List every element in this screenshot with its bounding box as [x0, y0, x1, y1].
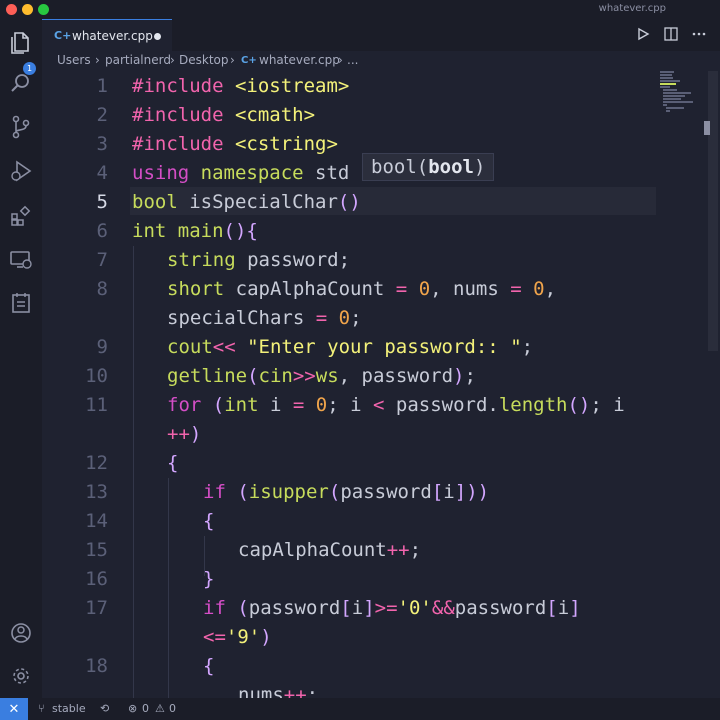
code-line[interactable]: string password;	[167, 249, 350, 271]
code-line[interactable]: capAlphaCount++;	[238, 539, 421, 561]
tooltip-pre: bool(	[371, 156, 429, 178]
breadcrumb-separator: ›	[338, 53, 343, 67]
editor-actions	[636, 27, 706, 41]
code-line[interactable]: getline(cin>>ws, password);	[167, 365, 476, 387]
breadcrumb-item[interactable]: partialnerd	[105, 53, 171, 67]
run-debug-icon[interactable]	[9, 159, 33, 183]
code-line[interactable]: int main(){	[132, 220, 258, 242]
split-editor-icon[interactable]	[664, 27, 678, 41]
vertical-scrollbar[interactable]	[708, 71, 718, 351]
line-number: 8	[96, 278, 108, 300]
testing-icon[interactable]	[9, 291, 33, 315]
line-number: 15	[85, 539, 108, 561]
code-line[interactable]: #include <iostream>	[132, 75, 349, 97]
code-line[interactable]: if (isupper(password[i]))	[203, 481, 489, 503]
close-window-button[interactable]	[6, 4, 17, 15]
line-number: 2	[96, 104, 108, 126]
indent-guide	[133, 246, 134, 698]
line-number: 10	[85, 365, 108, 387]
code-line[interactable]: {	[203, 655, 214, 677]
indent-guide	[168, 478, 169, 698]
line-number: 5	[96, 191, 108, 213]
code-line[interactable]: for (int i = 0; i < password.length(); i	[167, 394, 625, 416]
code-line[interactable]: bool isSpecialChar()	[132, 191, 361, 213]
error-icon[interactable]: ⊗	[128, 702, 137, 715]
source-control-icon[interactable]	[9, 115, 33, 139]
line-number: 7	[96, 249, 108, 271]
breadcrumb-separator: ›	[170, 53, 175, 67]
status-bar: ✕ ⑂ stable ⟲ ⊗ 0 ⚠ 0	[0, 698, 720, 720]
unsaved-dot-icon[interactable]	[154, 33, 161, 40]
line-number: 9	[96, 336, 108, 358]
line-number: 12	[85, 452, 108, 474]
code-line[interactable]: if (password[i]>='0'&&password[i]	[203, 597, 581, 619]
breadcrumb: Users › partialnerd › Desktop › C+ whate…	[42, 51, 720, 71]
tooltip-active-param: bool	[428, 156, 474, 178]
branch-icon: ⑂	[38, 702, 45, 715]
code-editor[interactable]: 1 2 3 4 5 6 7 8 9 10 11 12 13 14 15 16 1…	[42, 71, 720, 698]
parameter-hint-tooltip: bool(bool)	[362, 153, 495, 181]
line-number: 11	[85, 394, 108, 416]
remote-explorer-icon[interactable]	[9, 248, 33, 272]
tab-bar: C+ whatever.cpp	[42, 19, 720, 51]
warning-icon[interactable]: ⚠	[155, 702, 165, 715]
code-line[interactable]: specialChars = 0;	[167, 307, 362, 329]
cpp-file-icon: C+	[241, 55, 257, 66]
tab-whatever-cpp[interactable]: C+ whatever.cpp	[42, 19, 172, 51]
line-number: 13	[85, 481, 108, 503]
code-line[interactable]: {	[167, 452, 178, 474]
sync-icon[interactable]: ⟲	[100, 702, 109, 715]
breadcrumb-separator: ›	[230, 53, 235, 67]
tooltip-post: )	[473, 156, 486, 178]
maximize-window-button[interactable]	[38, 4, 49, 15]
line-number: 16	[85, 568, 108, 590]
explorer-icon[interactable]	[9, 31, 33, 55]
line-number: 1	[96, 75, 108, 97]
code-line[interactable]: #include <cstring>	[132, 133, 338, 155]
run-icon[interactable]	[636, 27, 650, 41]
code-line[interactable]: nums++;	[238, 684, 318, 698]
code-line[interactable]: #include <cmath>	[132, 104, 315, 126]
code-line[interactable]: cout<< "Enter your password:: ";	[167, 336, 533, 358]
minimap[interactable]	[660, 71, 694, 131]
window-title: whatever.cpp	[598, 3, 666, 14]
breadcrumb-item[interactable]: Users	[57, 53, 91, 67]
warning-count[interactable]: 0	[169, 702, 176, 715]
line-number: 4	[96, 162, 108, 184]
line-number: 14	[85, 510, 108, 532]
code-line[interactable]: <='9')	[203, 626, 272, 648]
more-actions-icon[interactable]	[692, 27, 706, 41]
branch-name[interactable]: stable	[52, 702, 86, 715]
tab-label: whatever.cpp	[72, 29, 153, 43]
cpp-file-icon: C+	[54, 29, 72, 42]
code-line[interactable]: {	[203, 510, 214, 532]
scroll-position-marker	[704, 121, 710, 135]
activity-bar: 1	[0, 19, 42, 698]
breadcrumb-item[interactable]: ...	[347, 53, 358, 67]
code-line[interactable]: }	[203, 568, 214, 590]
line-number: 17	[85, 597, 108, 619]
line-number: 18	[85, 655, 108, 677]
line-number: 3	[96, 133, 108, 155]
code-line[interactable]: using namespace std	[132, 162, 349, 184]
breadcrumb-item[interactable]: whatever.cpp	[259, 53, 340, 67]
error-count[interactable]: 0	[142, 702, 149, 715]
minimize-window-button[interactable]	[22, 4, 33, 15]
code-line[interactable]: short capAlphaCount = 0, nums = 0,	[167, 278, 556, 300]
search-icon[interactable]	[9, 71, 33, 95]
remote-indicator-icon[interactable]: ✕	[0, 698, 28, 720]
code-line[interactable]: ++)	[167, 423, 201, 445]
breadcrumb-separator: ›	[95, 53, 100, 67]
breadcrumb-item[interactable]: Desktop	[179, 53, 229, 67]
title-bar: whatever.cpp	[0, 0, 720, 19]
account-icon[interactable]	[9, 621, 33, 645]
line-number: 6	[96, 220, 108, 242]
settings-icon[interactable]	[9, 664, 33, 688]
extensions-icon[interactable]	[9, 204, 33, 228]
